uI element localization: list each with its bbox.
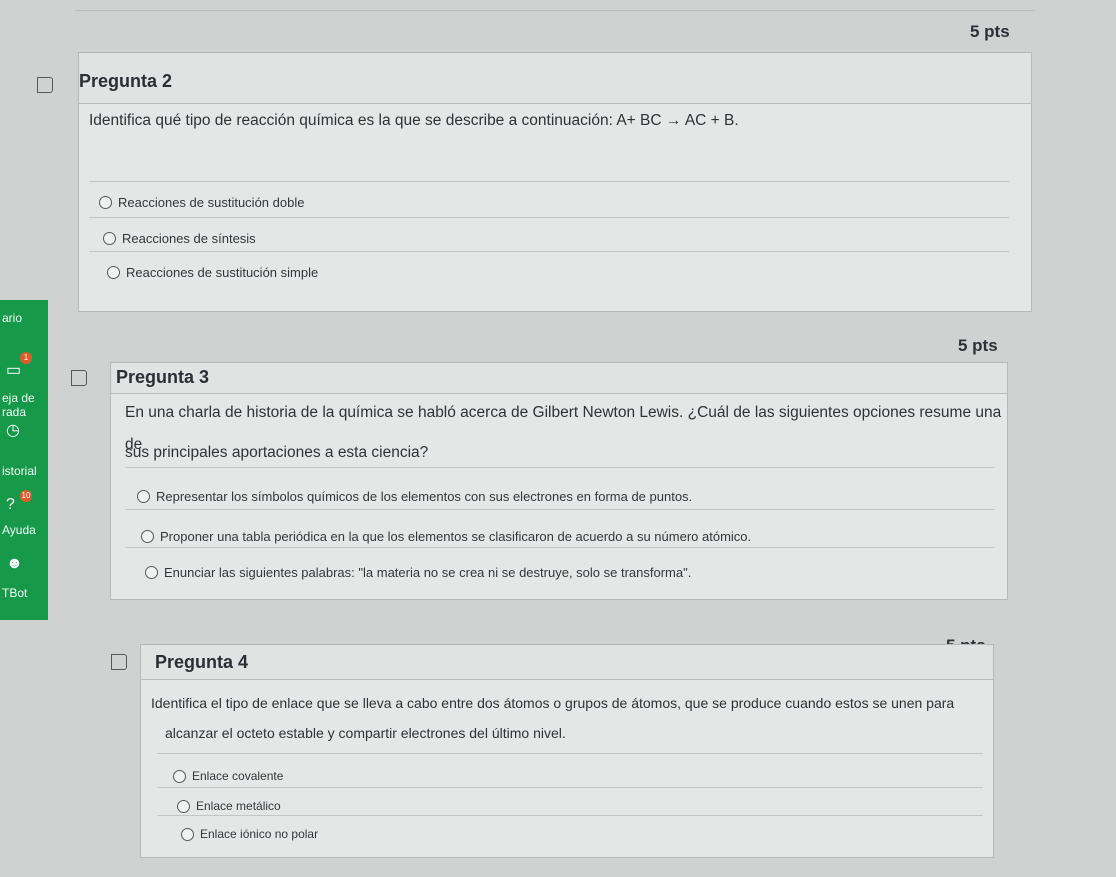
radio-button[interactable] bbox=[137, 490, 150, 503]
question-3-prompt-line-2: sus principales aportaciones a esta cien… bbox=[125, 444, 429, 461]
question-4-option-1[interactable]: Enlace covalente bbox=[173, 769, 283, 783]
question-4-option-2[interactable]: Enlace metálico bbox=[177, 799, 281, 813]
radio-button[interactable] bbox=[141, 530, 154, 543]
sidebar-item-tbot[interactable]: TBot bbox=[2, 587, 27, 599]
question-2-option-3[interactable]: Reacciones de sustitución simple bbox=[107, 265, 318, 280]
question-2-header bbox=[79, 53, 1031, 104]
question-3-title: Pregunta 3 bbox=[116, 367, 210, 387]
question-4-prompt-line-1: Identifica el tipo de enlace que se llev… bbox=[151, 695, 955, 711]
question-4-card: Pregunta 4 Identifica el tipo de enlace … bbox=[111, 644, 994, 858]
notification-badge: 1 bbox=[20, 352, 32, 364]
radio-button[interactable] bbox=[107, 266, 120, 279]
question-2-points: 5 pts bbox=[970, 22, 1010, 41]
inbox-icon[interactable]: ▭ bbox=[6, 360, 21, 380]
radio-button[interactable] bbox=[177, 799, 190, 813]
chatbot-icon[interactable]: ☻ bbox=[6, 555, 23, 573]
question-3-header bbox=[111, 363, 1007, 394]
flag-question-2-icon[interactable] bbox=[37, 77, 53, 93]
previous-card-edge bbox=[75, 0, 1035, 11]
sidebar-item-inbox-label-2[interactable]: rada bbox=[2, 406, 26, 418]
sidebar-item-calendar[interactable]: ario bbox=[2, 312, 22, 324]
question-3-card: Pregunta 3 En una charla de historia de … bbox=[71, 362, 1008, 600]
question-4-header bbox=[141, 645, 993, 680]
question-3-option-1[interactable]: Representar los símbolos químicos de los… bbox=[137, 489, 692, 504]
radio-button[interactable] bbox=[145, 566, 158, 579]
question-3-points: 5 pts bbox=[958, 336, 998, 355]
question-2-title: Pregunta 2 bbox=[79, 71, 173, 91]
help-icon[interactable]: ? bbox=[6, 496, 15, 514]
radio-button[interactable] bbox=[99, 196, 112, 209]
sidebar-item-history[interactable]: istorial bbox=[2, 465, 37, 477]
question-2-option-2[interactable]: Reacciones de síntesis bbox=[103, 231, 256, 246]
help-badge: 10 bbox=[20, 490, 32, 502]
question-4-option-3[interactable]: Enlace iónico no polar bbox=[181, 827, 318, 841]
question-4-prompt-line-2: alcanzar el octeto estable y compartir e… bbox=[165, 725, 566, 741]
question-2-option-1[interactable]: Reacciones de sustitución doble bbox=[99, 195, 304, 210]
radio-button[interactable] bbox=[103, 232, 116, 245]
question-3-option-2[interactable]: Proponer una tabla periódica en la que l… bbox=[141, 529, 751, 544]
history-icon[interactable]: ◷ bbox=[6, 420, 20, 440]
question-3-option-3[interactable]: Enunciar las siguientes palabras: "la ma… bbox=[145, 565, 691, 580]
question-4-title: Pregunta 4 bbox=[155, 652, 249, 672]
question-2-prompt: Identifica qué tipo de reacción química … bbox=[89, 112, 739, 129]
sidebar-item-help[interactable]: Ayuda bbox=[2, 524, 36, 536]
sidebar: ario 1 ▭ eja de rada ◷ istorial 10 ? Ayu… bbox=[0, 300, 48, 620]
flag-question-3-icon[interactable] bbox=[71, 370, 87, 386]
radio-button[interactable] bbox=[181, 827, 194, 841]
radio-button[interactable] bbox=[173, 769, 186, 783]
flag-question-4-icon[interactable] bbox=[111, 654, 127, 670]
question-2-card: Pregunta 2 Identifica qué tipo de reacci… bbox=[37, 52, 1032, 312]
sidebar-item-inbox-label[interactable]: eja de bbox=[2, 392, 35, 404]
